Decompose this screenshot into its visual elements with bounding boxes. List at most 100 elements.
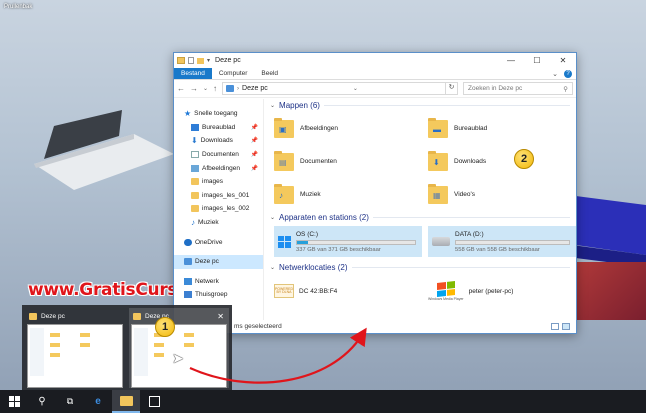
back-arrow-icon[interactable]: ←	[177, 84, 185, 93]
documents-icon	[191, 151, 199, 159]
pc-icon	[184, 258, 192, 266]
thumbnail-window-2[interactable]: Deze pc ✕	[129, 308, 229, 388]
folder-muziek[interactable]: ♪ Muziek	[274, 178, 422, 211]
nav-item-netwerk[interactable]: Netwerk	[174, 275, 263, 289]
explorer-app-icon	[29, 312, 37, 320]
thumbnail-window-1[interactable]: Deze pc	[25, 308, 125, 388]
pin-icon[interactable]: 📌	[251, 124, 258, 131]
music-folder-icon: ♪	[274, 183, 294, 204]
task-view-button[interactable]: ⧉	[56, 390, 84, 413]
content-pane[interactable]: ⌄ Mappen (6) ▣ Afbeeldingen ▬ Bureaublad ▤ D…	[264, 99, 576, 320]
expand-ribbon-icon[interactable]: ⌄	[552, 70, 558, 78]
address-bar[interactable]: › Deze pc ⌄ ↻	[222, 82, 458, 95]
nav-item-deze-pc[interactable]: Deze pc	[174, 254, 263, 269]
wallpaper-laptop-red	[570, 262, 646, 320]
wallpaper-laptop-blue	[568, 195, 646, 267]
collapse-chevron-icon[interactable]: ⌄	[270, 214, 275, 221]
refresh-icon[interactable]: ↻	[445, 83, 457, 94]
drive-free-space: 337 GB van 371 GB beschikbaar	[296, 246, 381, 253]
file-explorer-taskbar-button[interactable]	[112, 390, 140, 413]
drive-usage-bar	[455, 239, 570, 245]
step-badge-two: 2	[514, 149, 534, 169]
minimize-button[interactable]: —	[498, 56, 524, 65]
nav-item-images-les-001[interactable]: images_les_001	[174, 189, 263, 203]
folder-icon	[191, 178, 199, 186]
large-icons-view-icon[interactable]	[562, 323, 570, 330]
maximize-button[interactable]: ☐	[524, 56, 550, 65]
folder-bureaublad[interactable]: ▬ Bureaublad	[428, 112, 576, 145]
drive-data-d[interactable]: DATA (D:) 558 GB van 558 GB beschikbaar	[428, 226, 576, 257]
quick-access-toolbar: ▾	[177, 57, 210, 64]
nav-item-thuisgroep[interactable]: Thuisgroep	[174, 288, 263, 302]
section-header-netwerklocaties[interactable]: ⌄ Netwerklocaties (2)	[270, 261, 576, 274]
drive-label: DATA (D:)	[455, 230, 484, 238]
search-placeholder: Zoeken in Deze pc	[468, 85, 523, 92]
downloads-folder-icon: ⬇	[428, 150, 448, 171]
tab-bestand[interactable]: Bestand	[174, 68, 212, 79]
pin-icon[interactable]: 📌	[251, 151, 258, 158]
help-icon[interactable]: ?	[564, 69, 572, 78]
taskbar: ⚲ ⧉ e	[0, 390, 646, 413]
nav-item-afbeeldingen[interactable]: Afbeeldingen 📌	[174, 161, 263, 175]
collapse-chevron-icon[interactable]: ⌄	[270, 264, 275, 271]
nav-item-muziek[interactable]: ♪ Muziek	[174, 216, 263, 230]
search-taskbar-button[interactable]: ⚲	[28, 390, 56, 413]
search-input[interactable]: Zoeken in Deze pc ⚲	[463, 82, 573, 95]
folder-documenten[interactable]: ▤ Documenten	[274, 145, 422, 178]
up-arrow-icon[interactable]: ↑	[213, 84, 217, 93]
close-button[interactable]: ✕	[550, 56, 576, 65]
folder-videos[interactable]: ▦ Video's	[428, 178, 576, 211]
nav-item-images[interactable]: images	[174, 175, 263, 189]
nav-item-snelle-toegang[interactable]: ★ Snelle toegang	[174, 107, 263, 121]
explorer-window[interactable]: ▾ Deze pc — ☐ ✕ Bestand Computer Beeld ⌄…	[173, 52, 577, 334]
videos-folder-icon: ▦	[428, 183, 448, 204]
network-icon	[184, 277, 192, 285]
desktop-icon	[191, 123, 199, 131]
address-bar-row: ← → ⌄ ↑ › Deze pc ⌄ ↻ Zoeken in Deze pc …	[174, 80, 576, 98]
drive-os-c[interactable]: OS (C:) 337 GB van 371 GB beschikbaar	[274, 226, 422, 257]
start-button[interactable]	[0, 390, 28, 413]
folder-icon	[191, 191, 199, 199]
nav-item-downloads[interactable]: ⬇ Downloads 📌	[174, 134, 263, 148]
folder-downloads[interactable]: ⬇ Downloads	[428, 145, 576, 178]
nav-item-bureaublad[interactable]: Bureaublad 📌	[174, 121, 263, 135]
title-bar[interactable]: ▾ Deze pc — ☐ ✕	[174, 53, 576, 68]
address-dropdown-icon[interactable]: ⌄	[353, 85, 360, 92]
nav-item-onedrive[interactable]: OneDrive	[174, 235, 263, 249]
ribbon: Bestand Computer Beeld ⌄ ?	[174, 68, 576, 80]
customize-toolbar-icon[interactable]: ▾	[207, 57, 210, 64]
download-icon: ⬇	[191, 135, 198, 145]
folder-afbeeldingen[interactable]: ▣ Afbeeldingen	[274, 112, 422, 145]
navigation-pane[interactable]: ★ Snelle toegang Bureaublad 📌 ⬇ Downloads 📌 …	[174, 99, 264, 320]
network-location-dc[interactable]: POWERED BY DLNA DC 42:BB:F4	[274, 276, 422, 306]
details-view-icon[interactable]	[551, 323, 559, 330]
section-header-mappen[interactable]: ⌄ Mappen (6)	[270, 99, 576, 112]
thumbnail-title: Deze pc	[41, 312, 65, 320]
tab-beeld[interactable]: Beeld	[254, 68, 285, 79]
breadcrumb-separator-icon: ›	[237, 85, 240, 92]
store-button[interactable]	[140, 390, 168, 413]
nav-item-images-les-002[interactable]: images_les_002	[174, 202, 263, 216]
breadcrumb-deze-pc[interactable]: Deze pc	[242, 85, 268, 92]
section-header-apparaten[interactable]: ⌄ Apparaten en stations (2)	[270, 211, 576, 224]
drive-usage-fill	[297, 240, 308, 244]
disk-drive-icon	[432, 237, 450, 246]
pictures-icon	[191, 164, 199, 172]
edge-button[interactable]: e	[84, 390, 112, 413]
recent-locations-icon[interactable]: ⌄	[203, 85, 208, 92]
thumbnail-close-icon[interactable]: ✕	[217, 312, 227, 321]
search-icon: ⚲	[38, 396, 46, 407]
thumbnail-preview	[27, 324, 123, 388]
mouse-cursor-icon: ➤	[172, 350, 184, 366]
properties-icon[interactable]	[188, 57, 194, 64]
network-location-peter[interactable]: Windows Media Player peter (peter-pc)	[428, 276, 576, 306]
new-folder-icon[interactable]	[197, 57, 204, 64]
explorer-app-icon[interactable]	[177, 57, 185, 64]
nav-item-documenten[interactable]: Documenten 📌	[174, 148, 263, 162]
pin-icon[interactable]: 📌	[251, 137, 258, 144]
pin-icon[interactable]: 📌	[251, 165, 258, 172]
forward-arrow-icon[interactable]: →	[190, 84, 198, 93]
collapse-chevron-icon[interactable]: ⌄	[270, 102, 275, 109]
desktop-icon-label[interactable]: Prullenbak	[4, 4, 32, 10]
tab-computer[interactable]: Computer	[212, 68, 255, 79]
